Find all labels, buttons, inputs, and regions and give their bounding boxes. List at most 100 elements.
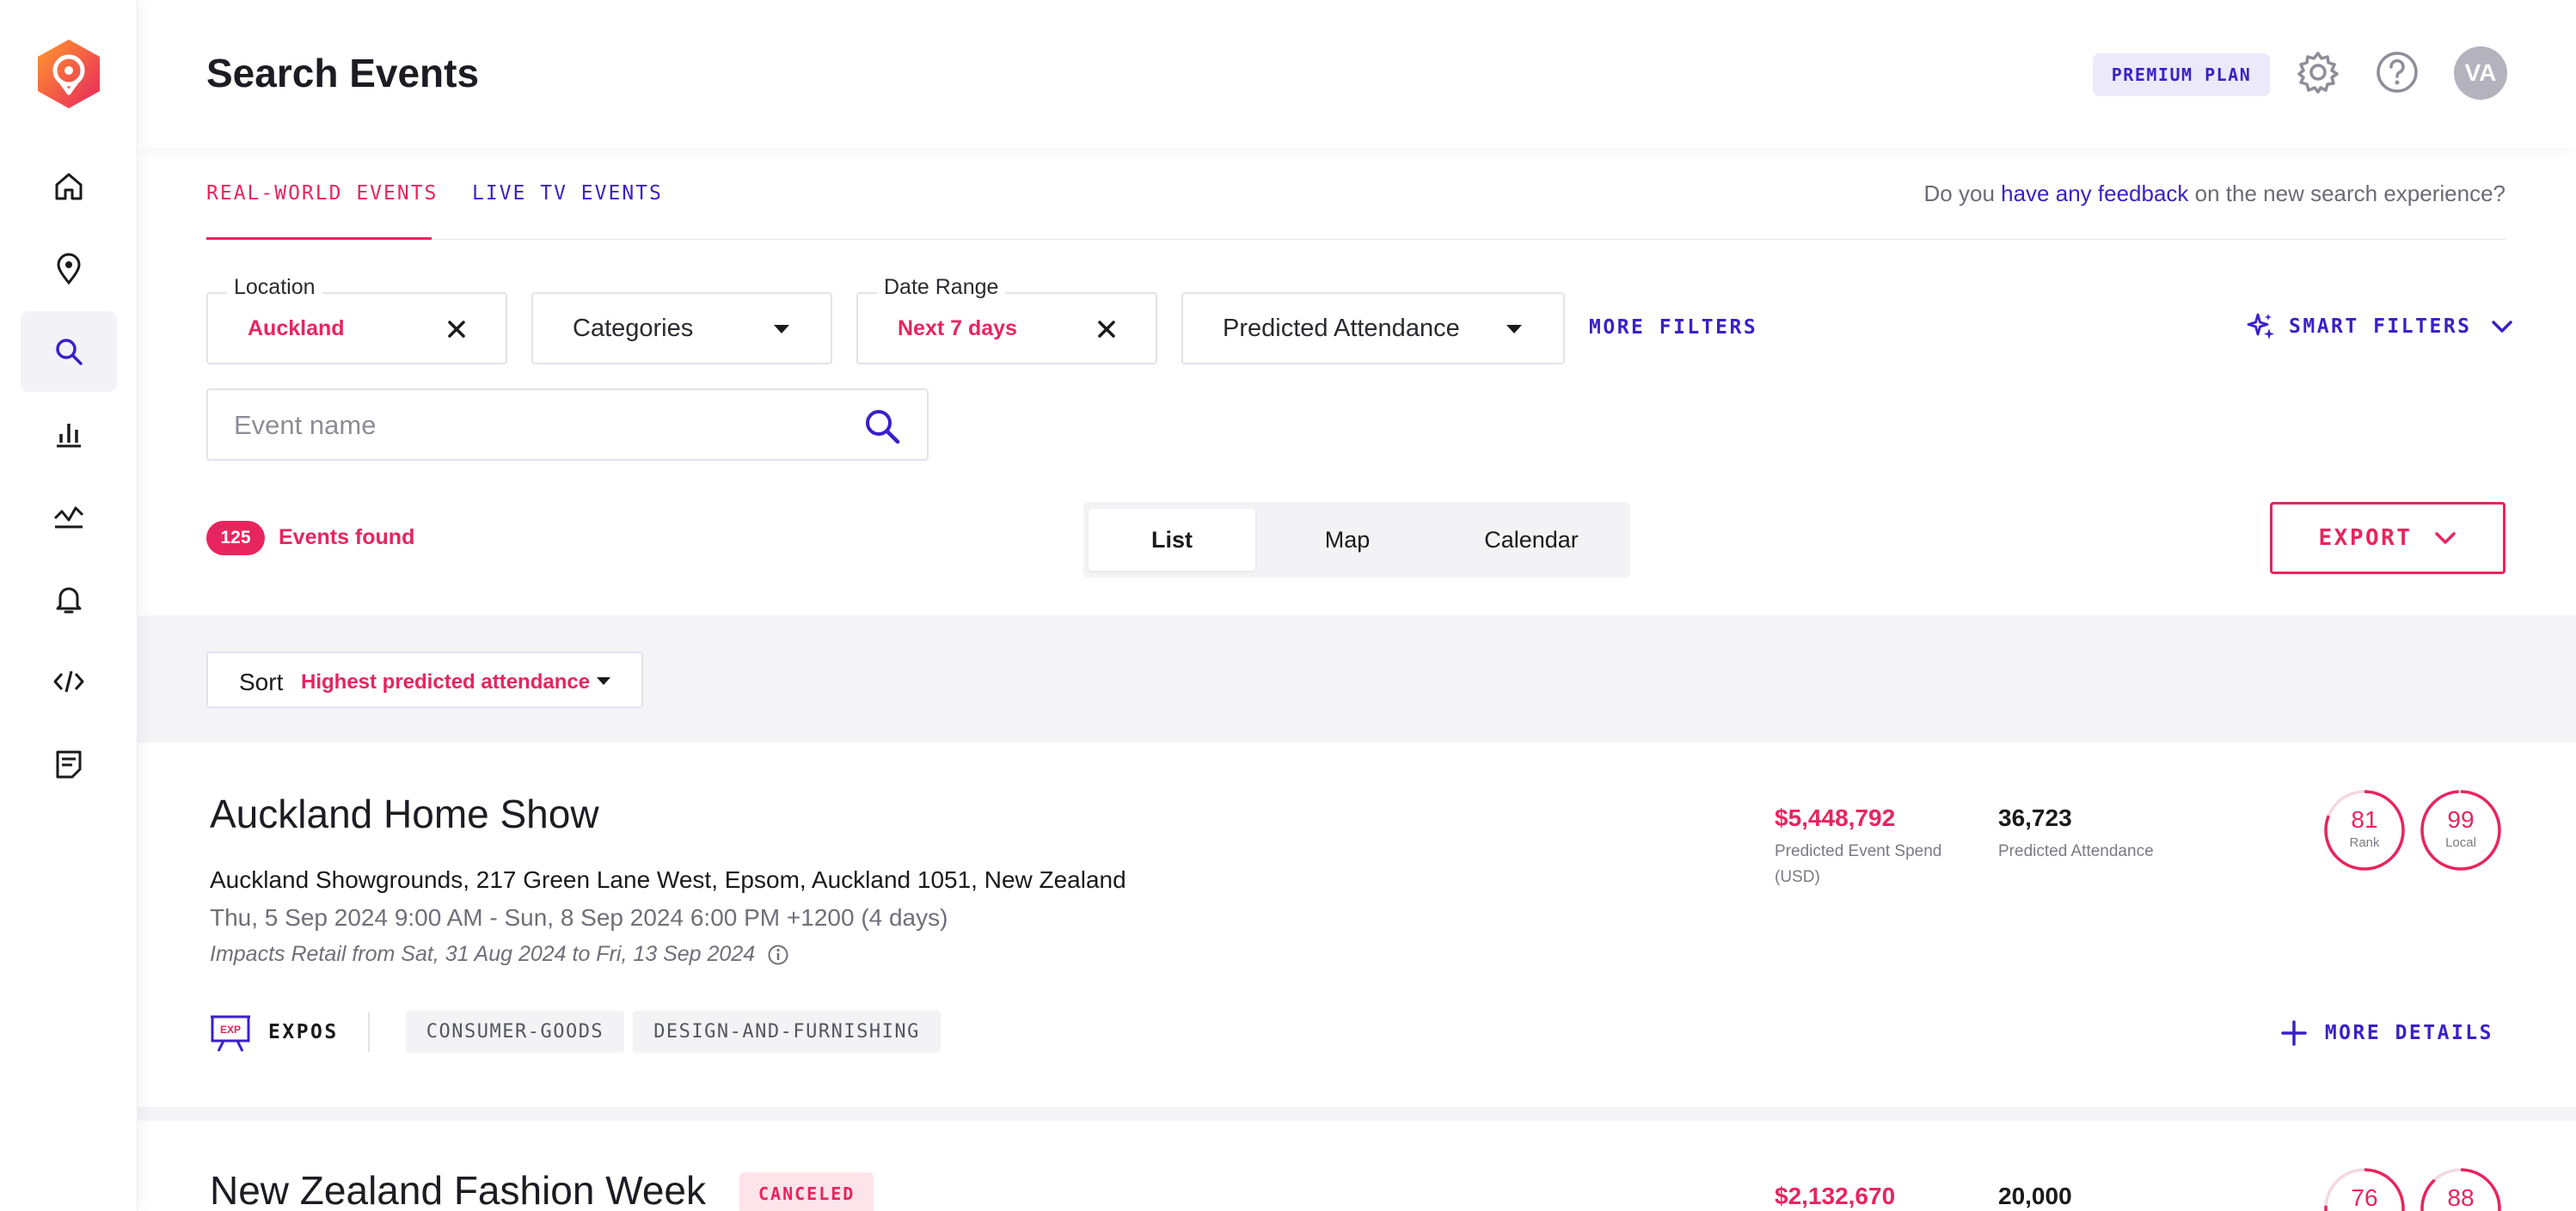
rank-label: Rank (2349, 835, 2380, 850)
rank-value: 76 (2351, 1184, 2378, 1211)
active-tab-indicator (206, 237, 432, 240)
map-pin-icon (57, 253, 81, 285)
view-calendar-option[interactable]: Calendar (1439, 509, 1623, 571)
event-card: New Zealand Fashion Week CANCELED $2,132… (138, 1121, 2576, 1211)
caret-down-icon (774, 325, 789, 333)
predicted-attendance-label: Predicted Attendance (1998, 842, 2154, 860)
predicted-attendance-filter[interactable]: Predicted Attendance (1181, 292, 1565, 364)
search-icon (56, 339, 83, 365)
caret-down-icon (597, 677, 610, 685)
user-avatar[interactable]: VA (2454, 46, 2507, 100)
gear-icon[interactable] (2294, 48, 2342, 96)
event-impact: Impacts Retail from Sat, 31 Aug 2024 to … (210, 942, 789, 967)
tabs-divider (206, 239, 2505, 240)
results-count-badge: 125 (206, 521, 265, 555)
category-divider (367, 1012, 370, 1052)
bell-icon (56, 587, 82, 614)
sidebar-item-notes[interactable] (21, 724, 117, 804)
event-categories: EXP EXPOS CONSUMER-GOODS DESIGN-AND-FURN… (210, 1011, 949, 1053)
predicted-spend-label: Predicted Event Spend (USD) (1775, 839, 1941, 890)
expos-icon: EXP (211, 1015, 250, 1052)
event-title[interactable]: Auckland Home Show (210, 791, 599, 837)
export-label: EXPORT (2318, 525, 2413, 551)
categories-filter-placeholder: Categories (573, 315, 694, 342)
smart-filters-button[interactable]: SMART FILTERS (2246, 311, 2513, 342)
search-icon[interactable] (862, 406, 903, 447)
more-details-label: MORE DETAILS (2324, 1022, 2493, 1044)
date-range-filter-label: Date Range (877, 275, 1006, 300)
sidebar-item-analytics[interactable] (21, 394, 117, 474)
notes-icon (56, 750, 82, 779)
sidebar (0, 0, 138, 1211)
sidebar-item-api[interactable] (21, 641, 117, 722)
predicted-attendance-value: 20,000 (1998, 1183, 2072, 1209)
caret-down-icon (1506, 325, 1522, 333)
local-score: 88 (2418, 1165, 2504, 1211)
feedback-prefix: Do you (1923, 180, 2002, 206)
plan-badge[interactable]: PREMIUM PLAN (2093, 53, 2270, 96)
code-icon (53, 670, 84, 693)
view-toggle: List Map Calendar (1083, 502, 1630, 578)
event-name-input[interactable] (234, 406, 853, 445)
help-icon[interactable] (2373, 48, 2421, 96)
event-impact-text: Impacts Retail from Sat, 31 Aug 2024 to … (210, 942, 756, 966)
categories-filter[interactable]: Categories (531, 292, 832, 364)
tag-chip: DESIGN-AND-FURNISHING (633, 1011, 941, 1053)
brand-logo[interactable] (34, 38, 103, 110)
local-value: 88 (2447, 1184, 2475, 1211)
event-title[interactable]: New Zealand Fashion Week (210, 1167, 706, 1211)
smart-filters-label: SMART FILTERS (2289, 315, 2472, 338)
predicted-attendance-value: 36,723 (1998, 804, 2072, 831)
rank-score: 76 (2321, 1165, 2407, 1211)
feedback-link[interactable]: have any feedback (2001, 180, 2188, 206)
chevron-down-icon (2491, 321, 2512, 333)
attendance-filter-placeholder: Predicted Attendance (1223, 315, 1460, 342)
chevron-down-icon (2435, 532, 2456, 544)
predicted-spend-value: $5,448,792 (1775, 804, 1896, 831)
results-label: Events found (279, 525, 415, 549)
sparkles-icon (2247, 313, 2274, 339)
predicted-spend-label-line1: Predicted Event Spend (1775, 842, 1942, 860)
sidebar-item-alerts[interactable] (21, 559, 117, 639)
sidebar-item-locations[interactable] (21, 229, 117, 309)
export-button[interactable]: EXPORT (2270, 502, 2505, 574)
view-list-option[interactable]: List (1089, 509, 1255, 571)
expos-icon-text: EXP (220, 1024, 241, 1036)
sidebar-item-home[interactable] (21, 146, 117, 227)
location-filter[interactable]: Location Auckland (206, 275, 507, 364)
event-card: Auckland Home Show Auckland Showgrounds,… (138, 743, 2576, 1107)
predicted-spend-value: $2,132,670 (1775, 1183, 1896, 1209)
feedback-text: Do you have any feedback on the new sear… (1924, 180, 2505, 207)
more-filters-button[interactable]: MORE FILTERS (1589, 316, 1757, 339)
rank-value: 81 (2351, 806, 2378, 833)
card-divider (138, 1107, 2576, 1121)
location-filter-label: Location (227, 275, 322, 300)
sidebar-item-trends[interactable] (21, 476, 117, 557)
more-details-button[interactable]: MORE DETAILS (2280, 1019, 2493, 1047)
clear-date-range-icon[interactable] (1095, 318, 1118, 340)
feedback-suffix: on the new search experience? (2188, 180, 2505, 206)
sidebar-item-search[interactable] (21, 311, 117, 392)
local-label: Local (2445, 835, 2476, 850)
rank-score: 81 Rank (2321, 787, 2407, 873)
tag-chip: CONSUMER-GOODS (405, 1011, 625, 1053)
page-header: Search Events PREMIUM PLAN VA (138, 0, 2576, 148)
sort-dropdown[interactable]: Sort Highest predicted attendance (206, 651, 643, 708)
page-title: Search Events (206, 51, 480, 95)
sort-value: Highest predicted attendance (301, 670, 591, 694)
info-icon[interactable] (767, 944, 789, 966)
local-score: 99 Local (2418, 787, 2504, 873)
event-venue: Auckland Showgrounds, 217 Green Lane Wes… (210, 866, 1126, 893)
predicted-spend-label-line2: (USD) (1775, 868, 1820, 886)
clear-location-icon[interactable] (445, 318, 468, 340)
tab-live-tv-events[interactable]: LIVE TV EVENTS (472, 182, 663, 205)
bar-chart-icon (57, 424, 81, 448)
location-filter-value: Auckland (248, 316, 345, 340)
view-map-option[interactable]: Map (1264, 509, 1431, 571)
date-range-filter-value: Next 7 days (898, 316, 1017, 340)
logo-icon (38, 40, 100, 108)
date-range-filter[interactable]: Date Range Next 7 days (856, 275, 1157, 364)
sort-label: Sort (239, 669, 284, 695)
local-value: 99 (2447, 806, 2475, 833)
tab-real-world-events[interactable]: REAL-WORLD EVENTS (206, 182, 438, 205)
